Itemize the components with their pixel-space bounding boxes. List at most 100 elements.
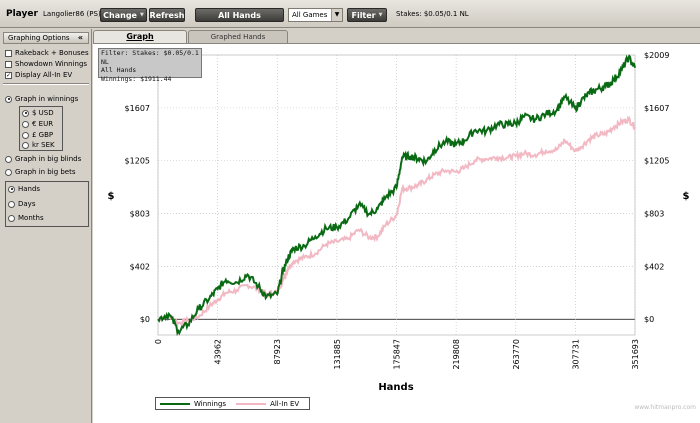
x-tick-label: 43962: [214, 339, 223, 364]
y-axis-label-right: $: [683, 191, 690, 202]
player-name[interactable]: Langolier86 (PS): [43, 10, 101, 18]
graph-winnings-radio[interactable]: Graph in winnings: [5, 95, 78, 103]
graphing-options-title: Graphing Options: [8, 34, 70, 42]
checkbox-icon[interactable]: [5, 49, 12, 57]
currency-sek-radio[interactable]: kr SEK: [22, 141, 55, 149]
legend-label-winnings: Winnings: [194, 399, 227, 408]
change-button[interactable]: Change ▼: [100, 8, 147, 22]
y-tick-label: $2009: [644, 51, 669, 60]
x-axis-label: Hands: [378, 382, 413, 393]
rakeback-label: Rakeback + Bonuses: [15, 49, 89, 57]
change-button-label: Change: [103, 10, 137, 20]
checkmark-icon[interactable]: ✓: [5, 71, 12, 79]
currency-eur-radio[interactable]: € EUR: [22, 120, 53, 128]
tab-bar: Graph Graphed Hands: [93, 30, 393, 43]
y-tick-label: $1205: [125, 157, 150, 166]
refresh-button[interactable]: Refresh: [149, 8, 185, 22]
radio-icon[interactable]: [8, 185, 15, 193]
radio-icon[interactable]: [8, 214, 15, 222]
divider: [3, 83, 89, 85]
legend-swatch-allin-ev: [236, 402, 267, 405]
radio-icon[interactable]: [5, 168, 12, 176]
time-hands-radio[interactable]: Hands: [8, 185, 40, 193]
tab-graph[interactable]: Graph: [93, 30, 187, 43]
currency-eur-label: € EUR: [32, 120, 54, 128]
graphing-options-header[interactable]: Graphing Options «: [3, 32, 89, 44]
time-days-radio[interactable]: Days: [8, 200, 35, 208]
graph-big-blinds-radio[interactable]: Graph in big blinds: [5, 155, 81, 163]
x-tick-label: 131885: [333, 339, 342, 370]
time-hands-label: Hands: [18, 185, 41, 193]
allin-ev-label: Display All-In EV: [15, 71, 73, 79]
time-months-label: Months: [18, 214, 44, 222]
stakes-text: Stakes: $0.05/0.1 NL: [396, 10, 469, 18]
x-tick-label: 87923: [273, 339, 282, 364]
x-tick-label: 219808: [452, 339, 461, 370]
info-winnings-line: Winnings: $1911.44: [101, 74, 172, 83]
filter-button-label: Filter: [351, 10, 376, 20]
y-tick-label: $1607: [644, 104, 669, 113]
all-hands-button-label: All Hands: [218, 10, 261, 20]
info-filter-line: Filter: Stakes: $0.05/0.1 NL: [101, 49, 199, 66]
radio-icon[interactable]: [22, 120, 29, 128]
radio-icon[interactable]: [5, 155, 12, 163]
watermark-text: www.hitmanpro.com: [634, 404, 696, 411]
graphing-options-panel: Graphing Options « Rakeback + Bonuses Sh…: [0, 29, 92, 423]
showdown-label: Showdown Winnings: [15, 60, 88, 68]
y-tick-label: $0: [644, 315, 654, 324]
y-tick-label: $1607: [125, 104, 150, 113]
currency-gbp-label: £ GBP: [32, 131, 54, 139]
showdown-checkbox[interactable]: Showdown Winnings: [5, 60, 87, 68]
checkbox-icon[interactable]: [5, 60, 12, 68]
info-hands-line: All Hands: [101, 66, 137, 74]
y-tick-label: $803: [130, 210, 150, 219]
legend-item-winnings: Winnings: [160, 400, 226, 408]
refresh-button-label: Refresh: [149, 10, 185, 20]
legend-swatch-winnings: [160, 402, 190, 405]
x-ticks: 0 43962 87923 131885 175847 219808 263770 30773…: [154, 339, 640, 370]
all-hands-button[interactable]: All Hands: [195, 8, 284, 22]
legend-label-allin-ev: All-In EV: [270, 399, 300, 408]
radio-icon[interactable]: [5, 95, 12, 103]
y-ticks-left: $0$402$803$1205$1607$2009: [125, 51, 150, 324]
legend-item-allin-ev: All-In EV: [236, 400, 299, 408]
y-tick-label: $1205: [644, 157, 669, 166]
games-select[interactable]: All Games ▼: [288, 8, 343, 22]
graph-winnings-label: Graph in winnings: [15, 95, 79, 103]
player-label: Player: [6, 9, 38, 19]
toolbar: Player Langolier86 (PS) Change ▼ Refresh…: [0, 0, 700, 28]
filter-info-box: Filter: Stakes: $0.05/0.1 NL All Hands W…: [98, 48, 202, 83]
time-months-radio[interactable]: Months: [8, 214, 44, 222]
y-tick-label: $402: [130, 262, 150, 271]
x-tick-label: 175847: [393, 339, 402, 370]
radio-icon[interactable]: [22, 131, 29, 139]
currency-sek-label: kr SEK: [32, 141, 55, 149]
dropdown-arrow-icon: ▼: [378, 12, 383, 18]
winnings-chart: 0 43962 87923 131885 175847 219808 263770 30773…: [108, 51, 690, 393]
collapse-icon[interactable]: «: [78, 33, 83, 43]
radio-icon[interactable]: [22, 141, 29, 149]
y-axis-label-left: $: [108, 191, 115, 202]
currency-usd-radio[interactable]: $ USD: [22, 109, 54, 117]
x-tick-label: 263770: [512, 339, 521, 370]
x-tick-label: 307731: [571, 339, 580, 370]
filter-button[interactable]: Filter ▼: [347, 8, 387, 22]
x-tick-label: 351693: [631, 339, 640, 370]
y-tick-label: $402: [644, 262, 664, 271]
chevron-down-icon[interactable]: ▼: [331, 9, 342, 21]
currency-usd-label: $ USD: [32, 109, 54, 117]
rakeback-checkbox[interactable]: Rakeback + Bonuses: [5, 49, 89, 57]
allin-ev-checkbox[interactable]: ✓ Display All-In EV: [5, 71, 72, 79]
y-tick-label: $803: [644, 210, 664, 219]
graph-big-bets-radio[interactable]: Graph in big bets: [5, 168, 76, 176]
chart-area: 0 43962 87923 131885 175847 219808 263770 30773…: [93, 43, 700, 423]
radio-icon[interactable]: [22, 109, 29, 117]
tab-graphed-hands[interactable]: Graphed Hands: [188, 30, 288, 43]
chart-legend: Winnings All-In EV: [155, 397, 310, 410]
y-ticks-right: $0 $402 $803 $1205 $1607 $2009: [644, 51, 669, 324]
graph-big-blinds-label: Graph in big blinds: [15, 155, 82, 163]
currency-gbp-radio[interactable]: £ GBP: [22, 131, 53, 139]
dropdown-arrow-icon: ▼: [139, 12, 144, 18]
y-tick-label: $0: [140, 315, 150, 324]
radio-icon[interactable]: [8, 200, 15, 208]
